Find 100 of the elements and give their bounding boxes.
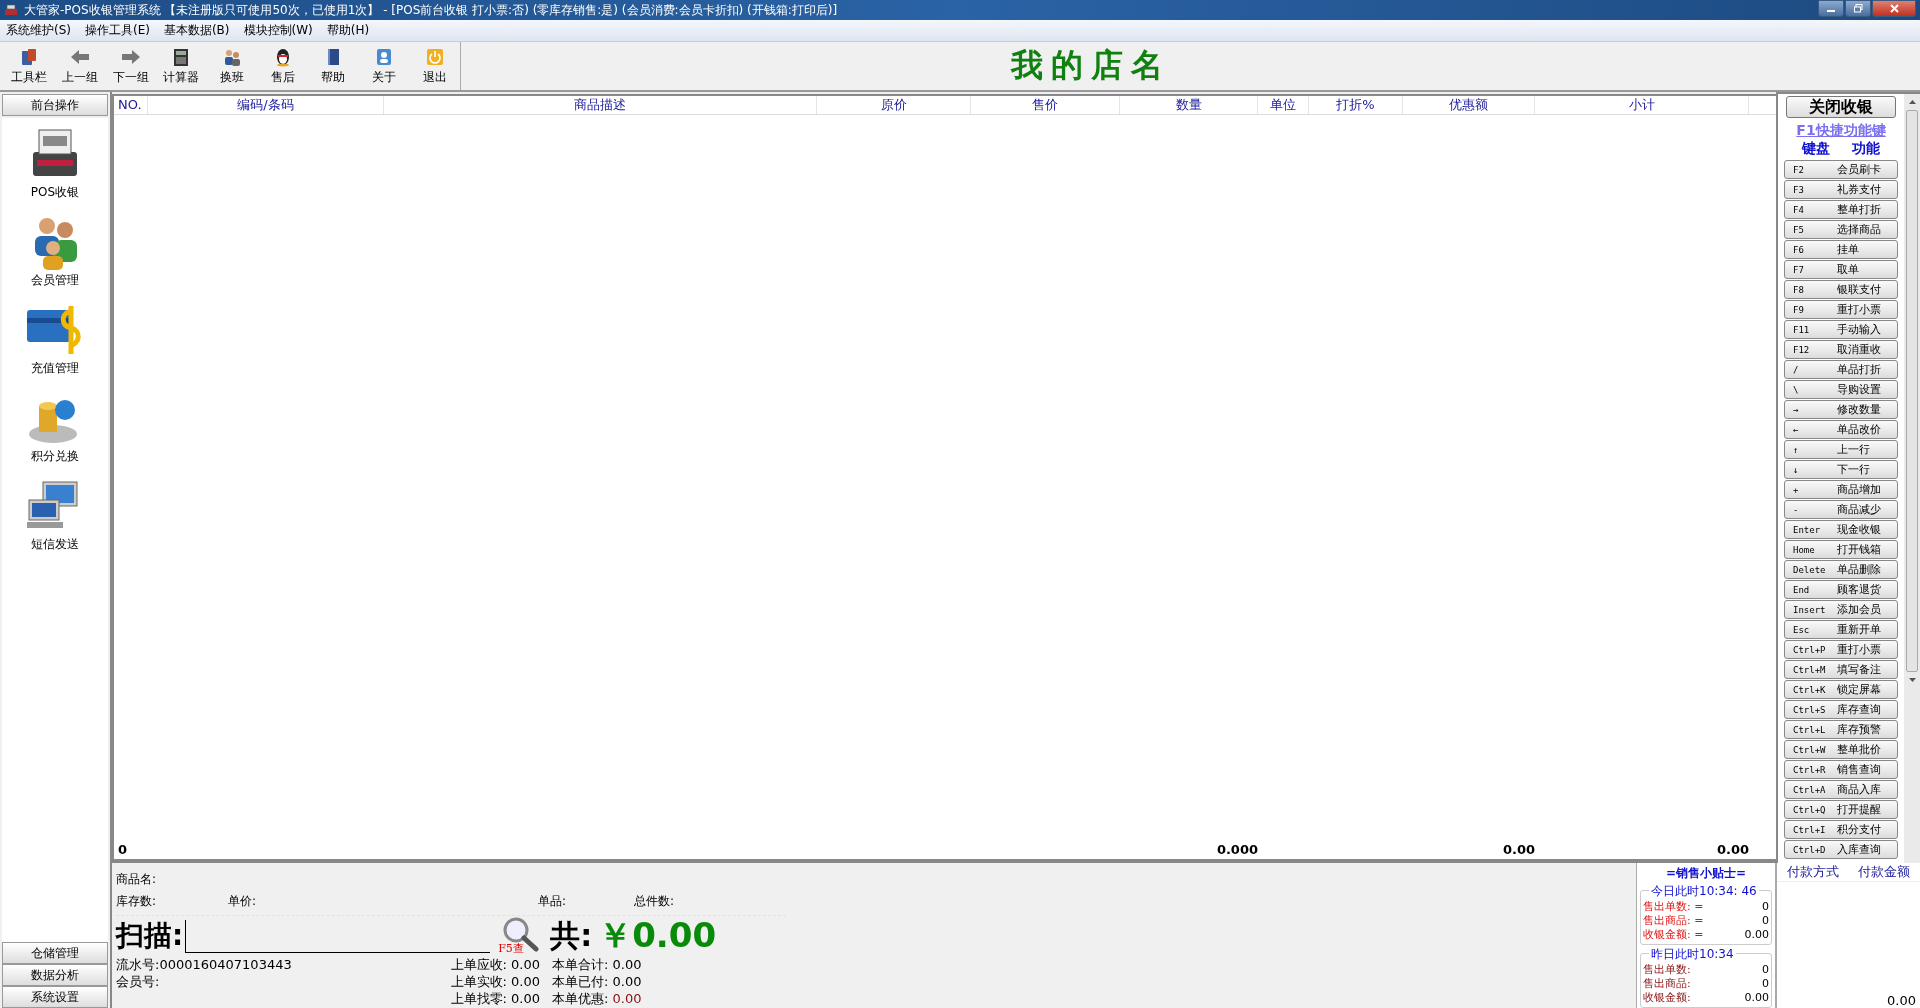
sidebar-item[interactable]: 充值管理 <box>25 300 85 386</box>
shortcut-button[interactable]: F9 重打小票 <box>1784 300 1898 319</box>
shortcut-button[interactable]: Ctrl+A 商品入库 <box>1784 780 1898 799</box>
shortcut-button[interactable]: + 商品增加 <box>1784 480 1898 499</box>
product-name-label: 商品名: <box>116 871 157 888</box>
tips-legend: 今日此时10:34: 46 <box>1649 883 1759 900</box>
toolbar-button[interactable]: 帮助 <box>308 42 359 90</box>
tips-legend: 昨日此时10:34 <box>1649 946 1736 963</box>
shortcut-button[interactable]: ← 单品改价 <box>1784 420 1898 439</box>
column-header: 售价 <box>971 96 1120 114</box>
store-name: 我的店名 <box>1009 45 1172 86</box>
shortcut-button[interactable]: Ctrl+I 积分支付 <box>1784 820 1898 839</box>
column-header: 编码/条码 <box>148 96 384 114</box>
shortcut-button[interactable]: Ctrl+L 库存预警 <box>1784 720 1898 739</box>
close-button[interactable] <box>1872 0 1916 17</box>
column-header: 优惠额 <box>1403 96 1535 114</box>
info-line: 上单应收: 0.00 <box>450 956 540 973</box>
toolbar-button[interactable]: 售后 <box>257 42 309 90</box>
shortcut-button[interactable]: F7 取单 <box>1784 260 1898 279</box>
shortcut-button[interactable]: F5 选择商品 <box>1784 220 1898 239</box>
scan-label: 扫描: <box>116 918 184 954</box>
info-line: 会员号: <box>116 973 161 990</box>
sidebar-section-button[interactable]: 数据分析 <box>2 964 108 986</box>
shortcut-button[interactable]: Delete 单品删除 <box>1784 560 1898 579</box>
shortcut-button[interactable]: → 修改数量 <box>1784 400 1898 419</box>
info-line: 流水号:0000160407103443 <box>116 956 293 973</box>
close-register-button[interactable]: 关闭收银 <box>1786 96 1896 118</box>
toolbar-button[interactable]: 计算器 <box>156 42 207 90</box>
shortcut-button[interactable]: Ctrl+M 填写备注 <box>1784 660 1898 679</box>
toolbar-button[interactable]: 换班 <box>206 42 258 90</box>
shortcut-button[interactable]: Ctrl+K 锁定屏幕 <box>1784 680 1898 699</box>
toolbar-button[interactable]: 退出 <box>409 42 461 90</box>
info-line: 本单合计: 0.00 <box>552 956 642 973</box>
sidebar-item[interactable]: POS收银 <box>25 124 85 210</box>
shortcut-button[interactable]: Home 打开钱箱 <box>1784 540 1898 559</box>
total-subtotal: 0.00 <box>1715 841 1749 859</box>
single-item-label: 单品: <box>538 893 568 910</box>
shortcut-button[interactable]: \ 导购设置 <box>1784 380 1898 399</box>
power-icon <box>424 46 445 67</box>
shortcut-button[interactable]: F2 会员刷卡 <box>1784 160 1898 179</box>
shortcut-button[interactable]: Esc 重新开单 <box>1784 620 1898 639</box>
column-header: 数量 <box>1120 96 1258 114</box>
shortcut-button[interactable]: / 单品打折 <box>1784 360 1898 379</box>
minimize-button[interactable] <box>1818 0 1844 17</box>
total-count: 0 <box>117 841 129 859</box>
restore-button[interactable] <box>1845 0 1871 17</box>
sidebar-item[interactable]: 积分兑换 <box>25 388 85 474</box>
shortcut-button[interactable]: - 商品减少 <box>1784 500 1898 519</box>
total-amount: ￥0.00 <box>598 914 717 957</box>
stat-value: 0 <box>1762 977 1769 991</box>
payment-total: 0.00 <box>1886 993 1917 1008</box>
shortcut-button[interactable]: F12 取消重收 <box>1784 340 1898 359</box>
shortcut-button[interactable]: F3 礼券支付 <box>1784 180 1898 199</box>
column-header: 打折% <box>1309 96 1403 114</box>
menu-item[interactable]: 模块控制(W) <box>243 22 313 39</box>
toolbar-button[interactable]: 关于 <box>358 42 410 90</box>
column-header: 单位 <box>1258 96 1309 114</box>
shortcut-button[interactable]: Ctrl+W 整单批价 <box>1784 740 1898 759</box>
shortcut-button[interactable]: Enter 现金收银 <box>1784 520 1898 539</box>
shortcut-keys-link[interactable]: F1快捷功能键 <box>1796 122 1886 140</box>
stat-value: 0 <box>1762 963 1769 977</box>
shortcut-button[interactable]: F4 整单打折 <box>1784 200 1898 219</box>
toolbar-button[interactable]: 下一组 <box>105 42 156 90</box>
shortcut-button[interactable]: ↑ 上一行 <box>1784 440 1898 459</box>
toolbar-button[interactable]: 工具栏 <box>4 42 55 90</box>
column-header: NO. <box>114 96 148 114</box>
lookup-button[interactable]: F5查 <box>498 916 543 956</box>
close-icon <box>1889 4 1899 13</box>
sidebar-section-button[interactable]: 系统设置 <box>2 986 108 1008</box>
menu-item[interactable]: 帮助(H) <box>326 22 370 39</box>
menu-item[interactable]: 系统维护(S) <box>6 22 71 39</box>
shortcut-button[interactable]: ↓ 下一行 <box>1784 460 1898 479</box>
stat-label: 收银金额: <box>1643 991 1691 1005</box>
scrollbar[interactable] <box>1904 94 1920 863</box>
scroll-down-icon[interactable] <box>1908 678 1916 682</box>
shortcut-button[interactable]: Ctrl+D 入库查询 <box>1784 840 1898 859</box>
shortcut-button[interactable]: Insert 添加会员 <box>1784 600 1898 619</box>
toolbar-button[interactable]: 上一组 <box>54 42 106 90</box>
sidebar-item[interactable]: 会员管理 <box>25 212 85 298</box>
column-header: 付款方式 <box>1786 863 1839 881</box>
stock-label: 库存数: <box>116 893 158 910</box>
shortcut-button[interactable]: F11 手动输入 <box>1784 320 1898 339</box>
shortcut-button[interactable]: F8 银联支付 <box>1784 280 1898 299</box>
menu-item[interactable]: 操作工具(E) <box>85 22 150 39</box>
shortcut-button[interactable]: End 顾客退货 <box>1784 580 1898 599</box>
scan-field[interactable] <box>185 919 491 953</box>
column-header: 商品描述 <box>384 96 817 114</box>
stat-value: 0 <box>1762 914 1769 928</box>
shortcut-button[interactable]: Ctrl+R 销售查询 <box>1784 760 1898 779</box>
shortcut-button[interactable]: F6 挂单 <box>1784 240 1898 259</box>
sidebar-section-button[interactable]: 仓储管理 <box>2 942 108 964</box>
shortcut-button[interactable]: Ctrl+S 库存查询 <box>1784 700 1898 719</box>
shortcut-button[interactable]: Ctrl+P 重打小票 <box>1784 640 1898 659</box>
scroll-up-icon[interactable] <box>1908 100 1916 104</box>
stat-label: 售出单数: <box>1643 963 1691 977</box>
stat-label: 售出商品: <box>1643 977 1691 991</box>
menu-item[interactable]: 基本数据(B) <box>163 22 230 39</box>
shortcut-button[interactable]: Ctrl+Q 打开提醒 <box>1784 800 1898 819</box>
sidebar-item[interactable]: 短信发送 <box>25 476 85 562</box>
sidebar-header[interactable]: 前台操作 <box>2 94 108 116</box>
